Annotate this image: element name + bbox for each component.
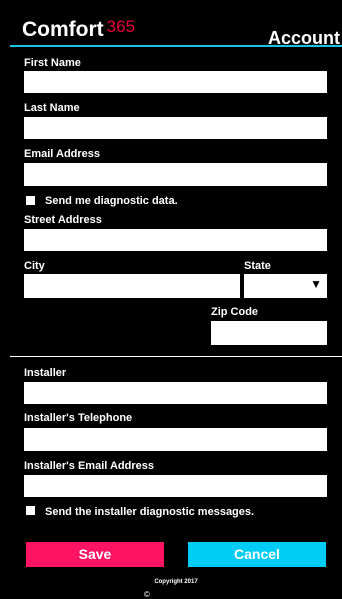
state-select[interactable]: ▼	[244, 274, 327, 298]
last-name-label: Last Name	[24, 102, 80, 114]
installer-email-label: Installer's Email Address	[24, 460, 154, 472]
email-field[interactable]	[24, 163, 327, 186]
installer-email-field[interactable]	[24, 475, 327, 497]
diagnostic-data-checkbox[interactable]	[26, 196, 35, 205]
city-label: City	[24, 260, 45, 272]
zip-label: Zip Code	[211, 306, 259, 318]
installer-label: Installer	[24, 367, 67, 379]
last-name-field[interactable]	[24, 117, 327, 139]
footer-logo-mark: ©	[144, 590, 150, 599]
brand-logo: Comfort 365	[22, 17, 136, 42]
email-label: Email Address	[24, 148, 101, 160]
brand-number: 365	[106, 17, 136, 36]
installer-messages-label: Send the installer diagnostic messages.	[45, 506, 255, 518]
first-name-field[interactable]	[24, 71, 327, 93]
installer-messages-checkbox[interactable]	[26, 506, 35, 515]
first-name-label: First Name	[24, 57, 81, 69]
state-label: State	[244, 260, 271, 272]
installer-phone-label: Installer's Telephone	[24, 412, 133, 424]
save-button[interactable]: Save	[26, 542, 164, 567]
copyright-text: Copyright 2017	[154, 579, 198, 585]
street-field[interactable]	[24, 229, 327, 251]
installer-field[interactable]	[24, 382, 327, 404]
installer-phone-field[interactable]	[24, 428, 327, 451]
city-field[interactable]	[24, 274, 240, 298]
cancel-button[interactable]: Cancel	[188, 542, 326, 567]
account-form-panel: Comfort 365 Account First Name Last Name …	[10, 10, 342, 599]
street-label: Street Address	[24, 214, 102, 226]
brand-name: Comfort	[22, 18, 104, 41]
zip-field[interactable]	[211, 321, 327, 345]
diagnostic-data-label: Send me diagnostic data.	[45, 195, 178, 207]
dropdown-arrow-icon: ▼	[310, 277, 322, 291]
section-divider	[10, 356, 342, 357]
header-divider	[10, 45, 342, 47]
